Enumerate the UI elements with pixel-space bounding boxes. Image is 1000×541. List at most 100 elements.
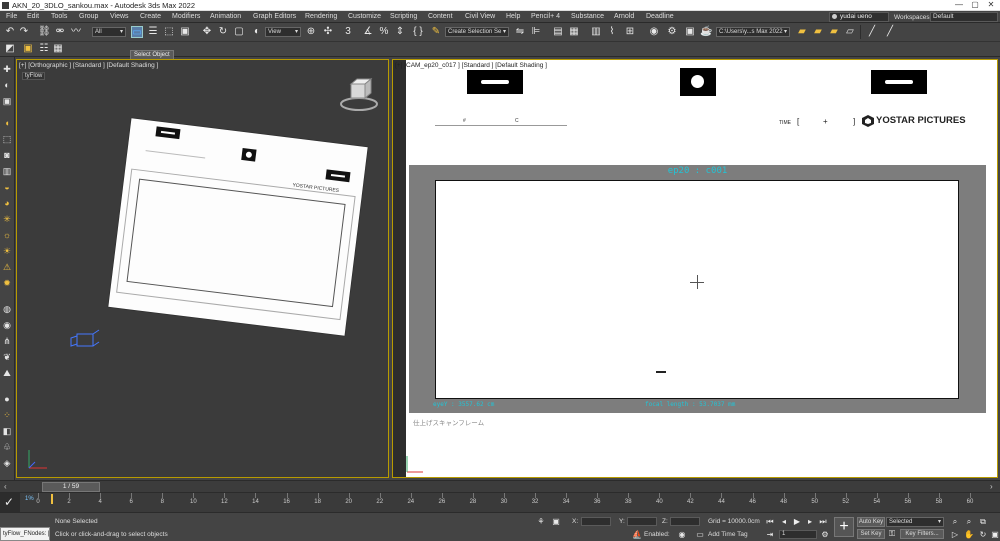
select-object-icon[interactable]: ▭ [131,26,143,38]
align-icon[interactable]: ⊫ [530,26,542,38]
close-button[interactable]: ✕ [984,0,998,11]
menu-edit[interactable]: Edit [27,13,39,20]
brush-tool-icon[interactable]: ╱ [884,26,896,38]
redo-icon[interactable]: ↷ [18,26,30,38]
geometry-icon[interactable]: ◕ [1,197,13,209]
plant-icon[interactable]: ❦ [1,351,13,363]
go-to-start-icon[interactable]: ⏮ [765,517,775,527]
camera-icon[interactable]: ◙ [1,149,13,161]
isolate-icon[interactable]: ⚘ [535,516,547,528]
menu-file[interactable]: File [6,13,17,20]
undo-icon[interactable]: ↶ [4,26,16,38]
time-slider-left-arrow[interactable]: ‹ [4,482,7,491]
ball-icon[interactable]: ● [1,393,13,405]
helper-icon[interactable]: ⬚ [1,133,13,145]
layout-icon[interactable]: ◩ [4,43,16,55]
dots-icon[interactable]: ⁘ [1,409,13,421]
scene-explorer-icon[interactable]: ▤ [552,26,564,38]
viewport-camera[interactable]: [+] [CAM_ep20_c017 ] [Standard ] [Defaul… [392,59,998,478]
viewport-label[interactable]: [+] [Orthographic ] [Standard ] [Default… [19,62,158,69]
tree-icon[interactable]: ♧ [1,441,13,453]
viewport-orthographic[interactable]: [+] [Orthographic ] [Standard ] [Default… [16,59,389,478]
warning-icon[interactable]: ⚠ [1,261,13,273]
menu-arnold[interactable]: Arnold [614,13,634,20]
project-folder-dropdown[interactable]: C:\Users\y...s Max 2022 [716,27,790,37]
time-slider-thumb[interactable]: 1 / 59 [42,482,100,492]
maximize-viewport-icon[interactable]: ▣ [990,530,1000,540]
zoom-all-icon[interactable]: ⌕ [964,517,974,527]
sphere-icon[interactable]: ◍ [1,303,13,315]
material-editor-icon[interactable]: ◉ [648,26,660,38]
window-crossing-icon[interactable]: ▣ [179,26,191,38]
open-folder-icon[interactable]: ▰ [812,26,824,38]
save-folder-icon[interactable]: ▰ [828,26,840,38]
render-setup-icon[interactable]: ⚙ [666,26,678,38]
viewport-label[interactable]: [+] [CAM_ep20_c017 ] [Standard ] [Defaul… [395,62,547,69]
orbit-icon[interactable]: ↻ [978,530,988,540]
percent-snap-icon[interactable]: % [378,26,390,38]
fov-icon[interactable]: ▷ [950,530,960,540]
track-bar[interactable]: 1% 0246810121416182022242628303234363840… [0,492,1000,513]
named-selection-sets-dropdown[interactable]: Create Selection Se [445,27,509,37]
menu-modifiers[interactable]: Modifiers [172,13,200,20]
maximize-button[interactable]: ▢ [968,0,982,11]
display-panel-icon[interactable]: ▣ [1,95,13,107]
place-icon[interactable]: ◐ [251,26,263,38]
menu-group[interactable]: Group [79,13,98,20]
select-manipulate-icon[interactable]: ✣ [322,26,334,38]
shape-icon[interactable]: ✳ [1,213,13,225]
time-config-icon[interactable]: ⚙ [820,530,830,540]
zoom-icon[interactable]: ⌕ [950,517,960,527]
viewcube-icon[interactable] [337,74,381,114]
project-folder-icon[interactable]: ▰ [796,26,808,38]
paint-icon[interactable]: ◧ [1,425,13,437]
menu-customize[interactable]: Customize [348,13,381,20]
grid-layout-icon[interactable]: ▦ [52,43,64,55]
menu-create[interactable]: Create [140,13,161,20]
spinner-snap-icon[interactable]: ⇕ [394,26,406,38]
scene-icon[interactable]: ▣ [22,43,34,55]
z-coordinate-field[interactable] [670,517,700,526]
hierarchy-icon[interactable]: ⋔ [1,335,13,347]
current-frame-field[interactable]: 1 [779,530,817,539]
enabled-toggle-icon[interactable]: ◉ [676,529,688,541]
folder-settings-icon[interactable]: ▱ [844,26,856,38]
key-mode-icon[interactable]: ⇥ [765,530,775,540]
selected-dropdown[interactable]: Selected [886,517,944,527]
link-icon[interactable]: ⛓ [38,26,51,38]
schematic-view-icon[interactable]: ⊞ [624,26,636,38]
light-icon[interactable]: ◖ [1,117,13,129]
menu-views[interactable]: Views [110,13,129,20]
menu-pencil[interactable]: Pencil+ 4 [531,13,560,20]
layer-explorer-icon[interactable]: ▦ [568,26,580,38]
user-account-dropdown[interactable]: yudai ueno [829,12,889,22]
menu-rendering[interactable]: Rendering [305,13,337,20]
time-slider-right-arrow[interactable]: › [990,482,993,491]
scale-icon[interactable]: ▢ [233,26,245,38]
menu-scripting[interactable]: Scripting [390,13,417,20]
previous-frame-icon[interactable]: ◂ [779,517,789,527]
key-icon[interactable]: ⚿ [886,528,898,540]
menu-graph-editors[interactable]: Graph Editors [253,13,296,20]
menu-deadline[interactable]: Deadline [646,13,674,20]
menu-tools[interactable]: Tools [51,13,67,20]
next-frame-icon[interactable]: ▸ [805,517,815,527]
reference-coordinate-dropdown[interactable]: View [265,27,301,37]
eye-icon[interactable]: ◉ [1,319,13,331]
pen-tool-icon[interactable]: ╱ [866,26,878,38]
unlink-icon[interactable]: ⚮ [54,26,66,38]
mirror-icon[interactable]: ⇋ [514,26,526,38]
set-key-button[interactable]: Set Key [857,529,885,539]
system-icon[interactable]: ▥ [1,165,13,177]
modify-panel-icon[interactable]: ◐ [1,79,13,91]
spacewarp-icon[interactable]: ◒ [1,181,13,193]
lock-icon[interactable]: ▣ [550,516,562,528]
bind-space-warp-icon[interactable]: 〰 [70,26,82,38]
menu-substance[interactable]: Substance [571,13,604,20]
adaptive-degradation-icon[interactable]: ⛵ [631,529,643,541]
snaps-toggle-icon[interactable]: 3 [342,26,354,38]
menu-help[interactable]: Help [506,13,520,20]
move-icon[interactable]: ✥ [201,26,213,38]
play-icon[interactable]: ▶ [792,517,802,527]
rotate-icon[interactable]: ↻ [217,26,229,38]
